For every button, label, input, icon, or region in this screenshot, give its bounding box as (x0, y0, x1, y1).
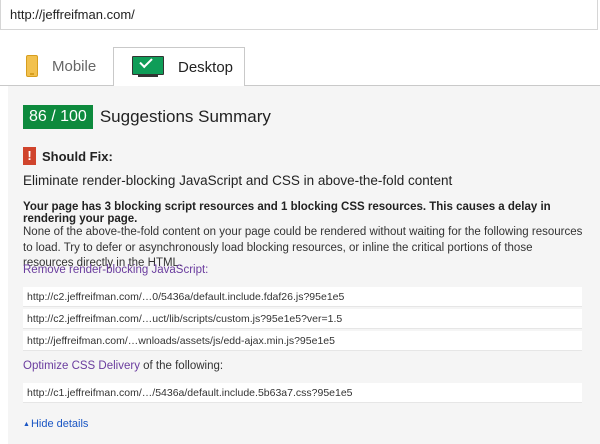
hide-details-link[interactable]: ▲Hide details (23, 418, 88, 430)
remove-blocking-js-link[interactable]: Remove render-blocking JavaScript: (23, 264, 208, 276)
should-fix-header: ! Should Fix: (23, 147, 113, 165)
should-fix-label: Should Fix: (42, 148, 113, 164)
css-delivery-line: Optimize CSS Delivery of the following: (23, 360, 223, 372)
address-url: http://jeffreifman.com/ (10, 7, 135, 22)
rule-title: Eliminate render-blocking JavaScript and… (23, 173, 453, 188)
list-item: http://c2.jeffreifman.com/…0/5436a/defau… (23, 287, 582, 307)
list-item: http://jeffreifman.com/…wnloads/assets/j… (23, 331, 582, 351)
tab-desktop-label: Desktop (178, 58, 234, 76)
css-resource-list: http://c1.jeffreifman.com/…/5436a/defaul… (23, 383, 582, 405)
monitor-check-icon (132, 54, 164, 78)
summary-title: Suggestions Summary (99, 107, 271, 126)
list-item: http://c1.jeffreifman.com/…/5436a/defaul… (23, 383, 582, 403)
phone-icon (26, 55, 38, 77)
caret-up-icon: ▲ (23, 420, 30, 428)
rule-summary: Your page has 3 blocking script resource… (23, 201, 551, 225)
summary-header: 86 / 100 Suggestions Summary (23, 105, 271, 129)
device-tabs: Mobile Desktop (0, 44, 600, 86)
tab-desktop[interactable]: Desktop (113, 47, 245, 86)
warning-icon: ! (23, 147, 36, 165)
css-delivery-suffix: of the following: (139, 360, 224, 372)
tab-mobile-label: Mobile (52, 57, 97, 75)
tab-mobile[interactable]: Mobile (8, 47, 114, 85)
address-bar[interactable]: http://jeffreifman.com/ (0, 0, 598, 30)
hide-details-label: Hide details (30, 418, 89, 430)
list-item: http://c2.jeffreifman.com/…uct/lib/scrip… (23, 309, 582, 329)
score-badge: 86 / 100 (23, 105, 93, 129)
results-panel: 86 / 100 Suggestions Summary ! Should Fi… (8, 86, 600, 444)
optimize-css-link[interactable]: Optimize CSS Delivery (23, 360, 140, 372)
js-resource-list: http://c2.jeffreifman.com/…0/5436a/defau… (23, 287, 582, 353)
